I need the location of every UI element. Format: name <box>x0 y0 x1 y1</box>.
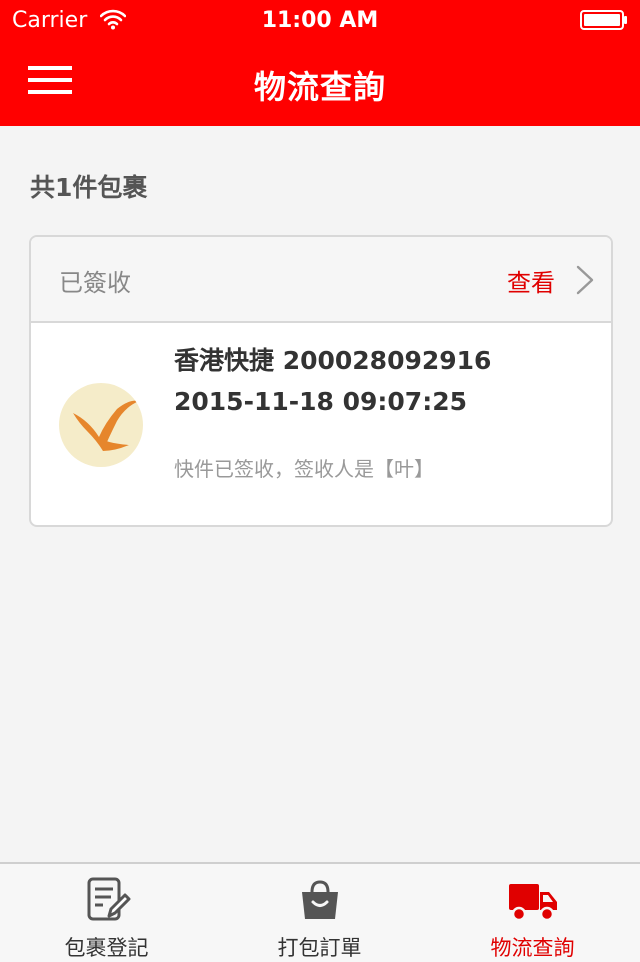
delivery-message: 快件已签收，签收人是【叶】 <box>174 457 434 481</box>
parcel-card[interactable]: 已簽收 查看 香港快捷 200028092916 2015-11-18 09:0… <box>29 235 613 527</box>
chevron-right-icon[interactable] <box>575 265 595 299</box>
tab-label: 物流查詢 <box>490 936 575 960</box>
tab-pack-order[interactable]: 打包訂單 <box>213 864 426 962</box>
shopping-bag-icon <box>213 876 426 928</box>
parcel-card-header[interactable]: 已簽收 查看 <box>31 237 611 323</box>
navigation-bar: 物流查詢 <box>0 40 640 126</box>
page-title: 物流查詢 <box>253 68 386 106</box>
view-details-link[interactable]: 查看 <box>507 263 555 298</box>
parcel-count: 共1件包裹 <box>30 173 148 202</box>
delivery-truck-icon <box>426 876 639 928</box>
courier-tracking-number: 香港快捷 200028092916 <box>174 346 492 375</box>
tab-bar: 包裹登記 打包訂單 物流查詢 <box>0 862 640 962</box>
clock: 11:00 AM <box>261 8 379 33</box>
delivery-datetime: 2015-11-18 09:07:25 <box>174 387 467 416</box>
parcel-status: 已簽收 <box>59 269 131 297</box>
courier-logo-icon <box>59 383 143 467</box>
tab-package-register[interactable]: 包裹登記 <box>0 864 213 962</box>
tab-label: 打包訂單 <box>277 936 362 960</box>
status-bar: Carrier 11:00 AM <box>0 0 640 40</box>
battery-icon <box>580 10 628 34</box>
edit-document-icon <box>0 876 213 928</box>
tab-logistics-query[interactable]: 物流查詢 <box>426 864 639 962</box>
tab-label: 包裹登記 <box>64 936 149 960</box>
